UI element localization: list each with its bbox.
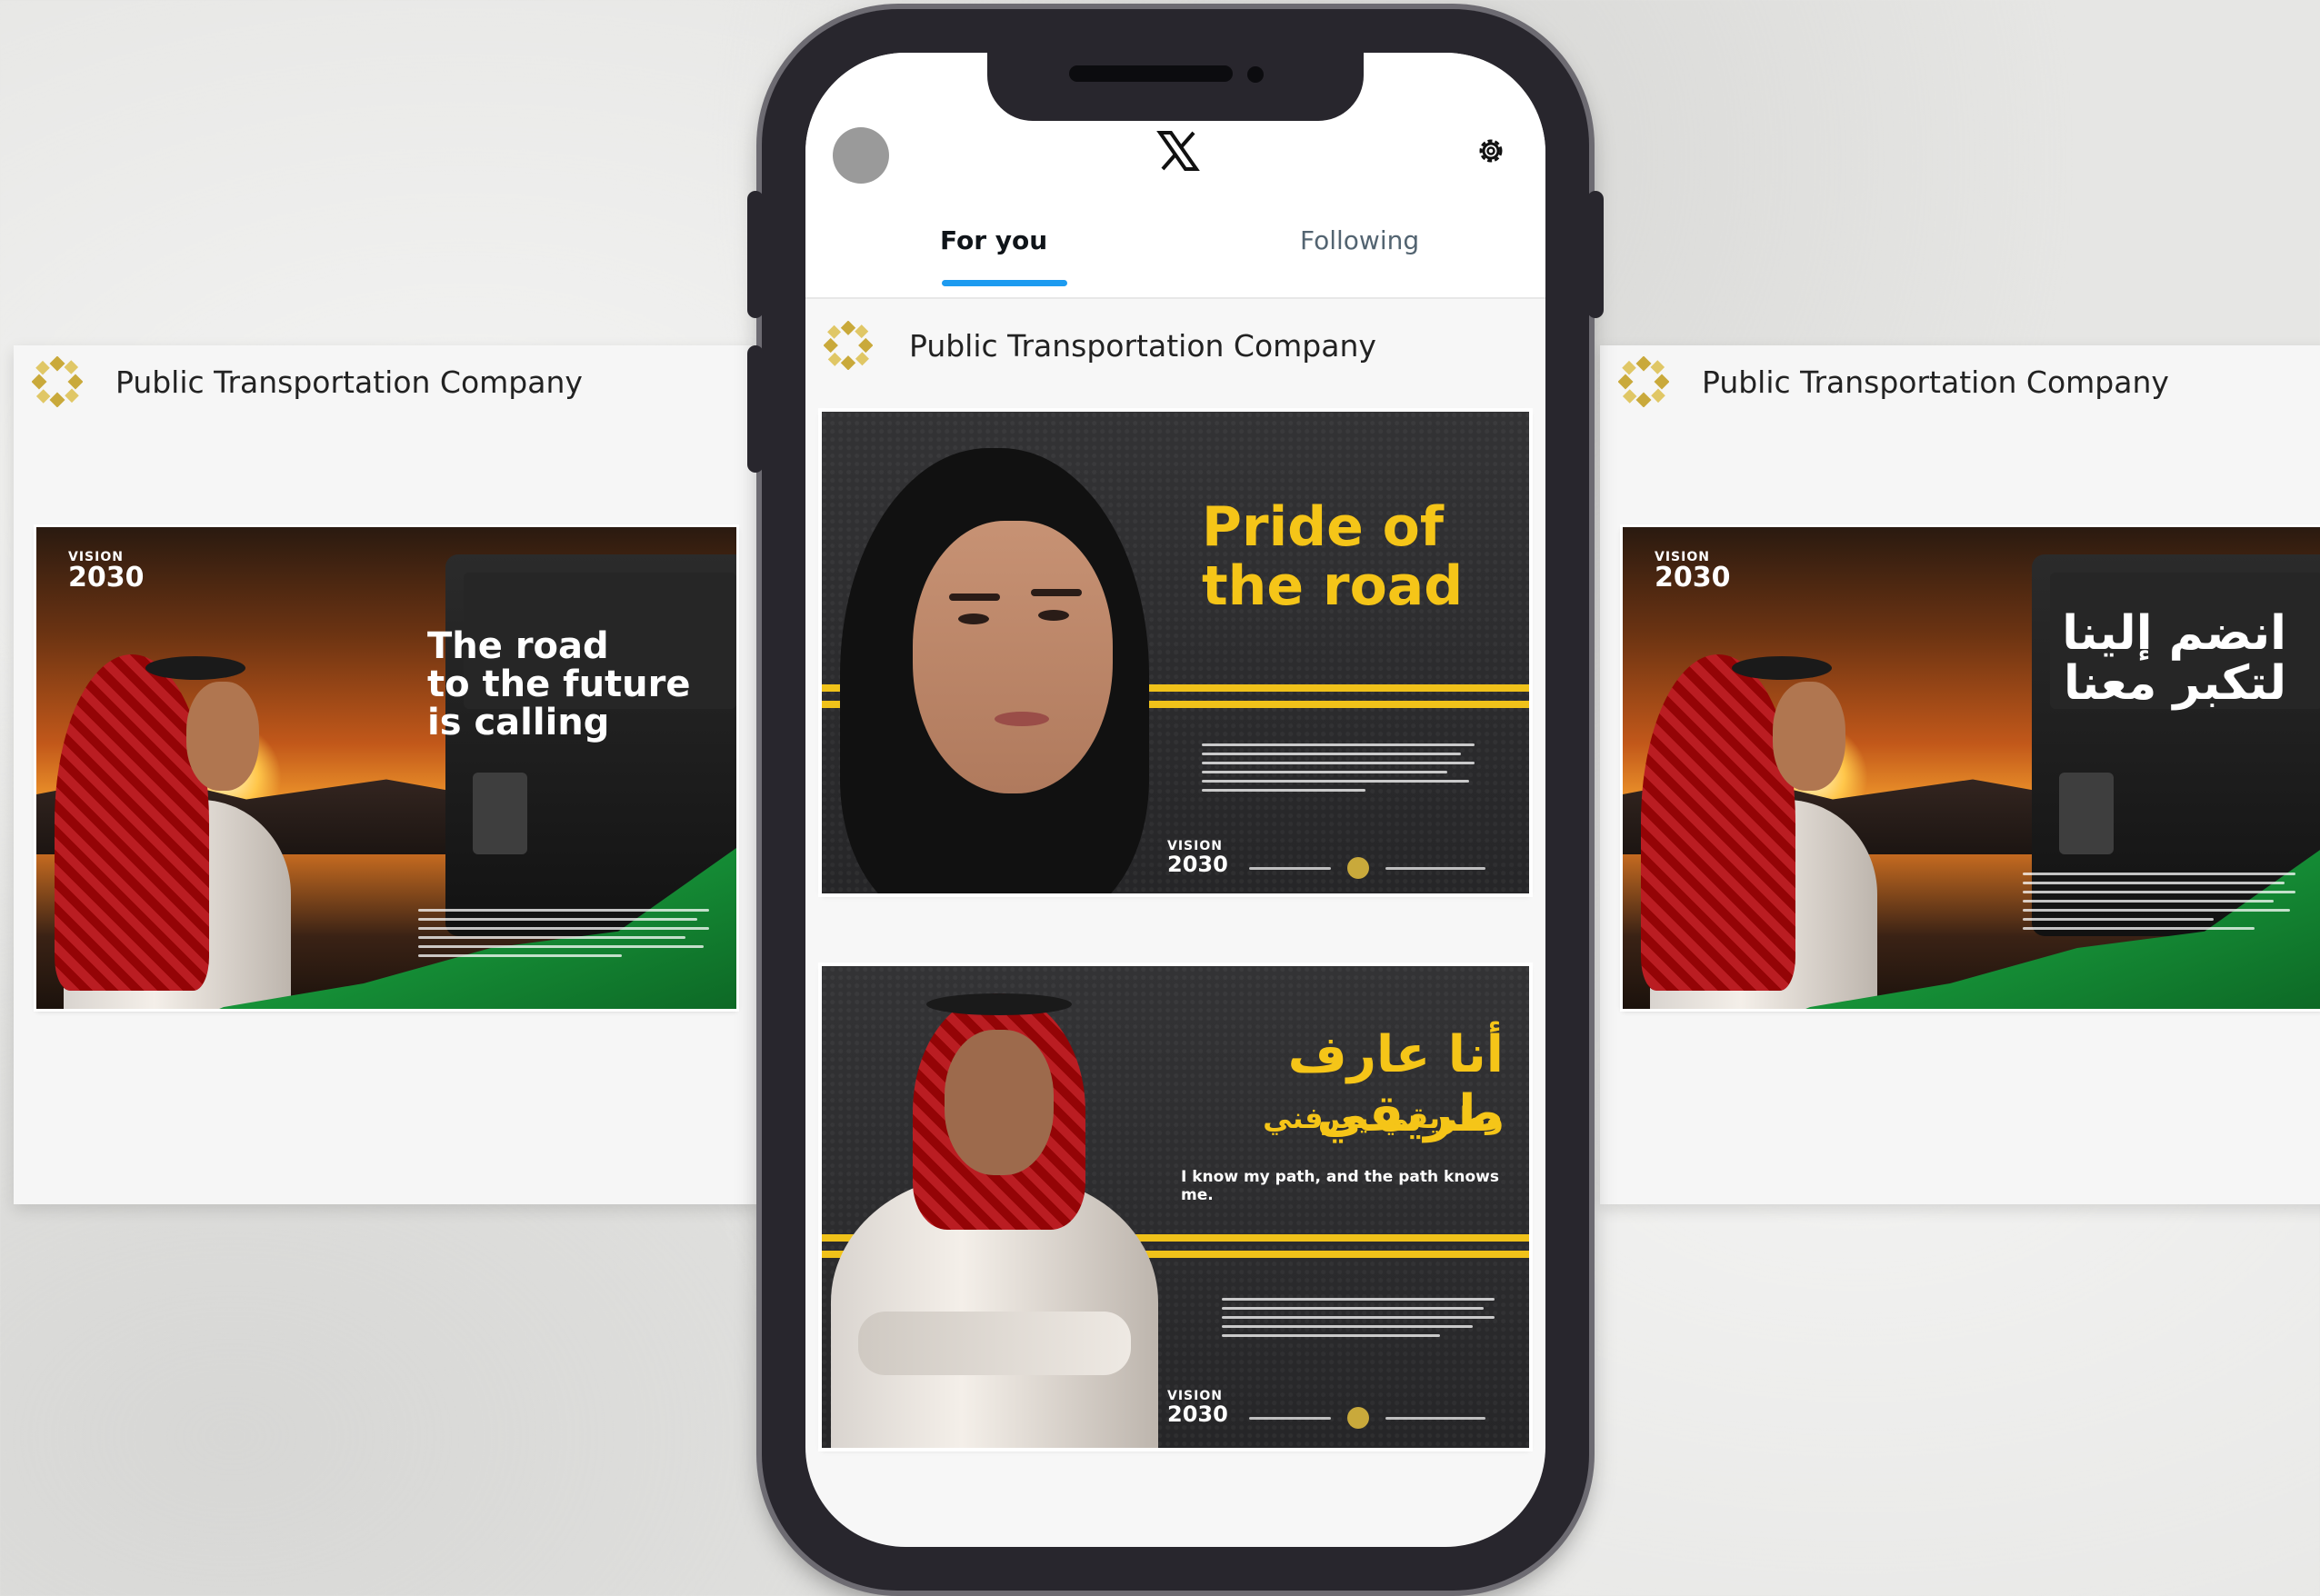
header-divider: [805, 297, 1545, 299]
ad-image-pride-of-road[interactable]: Pride of the road VISION 2030: [822, 412, 1529, 893]
ad-body-text: [2023, 873, 2295, 936]
partner-logos: [1249, 1407, 1485, 1429]
ad-image-i-know-my-path[interactable]: أنا عارف طريقي وطريقي يعرفني I know my p…: [822, 966, 1529, 1448]
ad-tagline: I know my path, and the path knows me.: [1181, 1168, 1499, 1204]
x-logo-icon[interactable]: [1156, 129, 1200, 173]
phone-mockup: For you Following Public Transportation …: [747, 9, 1604, 1591]
account-name[interactable]: Public Transportation Company: [909, 328, 1376, 364]
account-name[interactable]: Public Transportation Company: [1702, 364, 2169, 400]
ad-headline: Pride of the road: [1202, 495, 1464, 618]
ad-body-text: [1222, 1298, 1495, 1343]
post-header: Public Transportation Company: [32, 345, 583, 418]
phone-screen: For you Following Public Transportation …: [805, 53, 1545, 1547]
profile-avatar[interactable]: [833, 127, 889, 184]
vision-2030-logo: VISION 2030: [68, 550, 145, 594]
account-name[interactable]: Public Transportation Company: [115, 364, 583, 400]
ad-image-road-to-future[interactable]: VISION 2030 The road to the future is ca…: [36, 527, 736, 1009]
ad-headline: انضم إلينا لتكبر معنا: [2062, 606, 2286, 711]
vision-2030-logo: VISION 2030: [1167, 839, 1228, 877]
vision-2030-logo: VISION 2030: [1167, 1389, 1228, 1427]
partner-logos: [1249, 857, 1485, 879]
ad-image-join-us[interactable]: VISION 2030 انضم إلينا لتكبر معنا: [1623, 527, 2320, 1009]
ad-body-text: [418, 909, 709, 963]
ad-body-text: [1202, 743, 1475, 798]
settings-gear-icon[interactable]: [1475, 135, 1507, 167]
ad-subheadline-arabic: وطريقي يعرفني: [1263, 1101, 1504, 1135]
right-post-card[interactable]: Public Transportation Company VISION 203…: [1600, 345, 2320, 1204]
company-logo-icon: [824, 321, 873, 370]
left-post-card[interactable]: Public Transportation Company VISION 203…: [14, 345, 759, 1204]
active-tab-indicator: [942, 280, 1067, 286]
company-logo-icon: [32, 356, 83, 407]
post-header: Public Transportation Company: [824, 309, 1376, 382]
ad-headline: The road to the future is calling: [427, 625, 691, 743]
vision-2030-logo: VISION 2030: [1655, 550, 1731, 594]
post-header: Public Transportation Company: [1618, 345, 2169, 418]
phone-notch: [987, 53, 1364, 121]
tab-following[interactable]: Following: [1300, 225, 1419, 255]
tab-for-you[interactable]: For you: [940, 225, 1047, 255]
company-logo-icon: [1618, 356, 1669, 407]
